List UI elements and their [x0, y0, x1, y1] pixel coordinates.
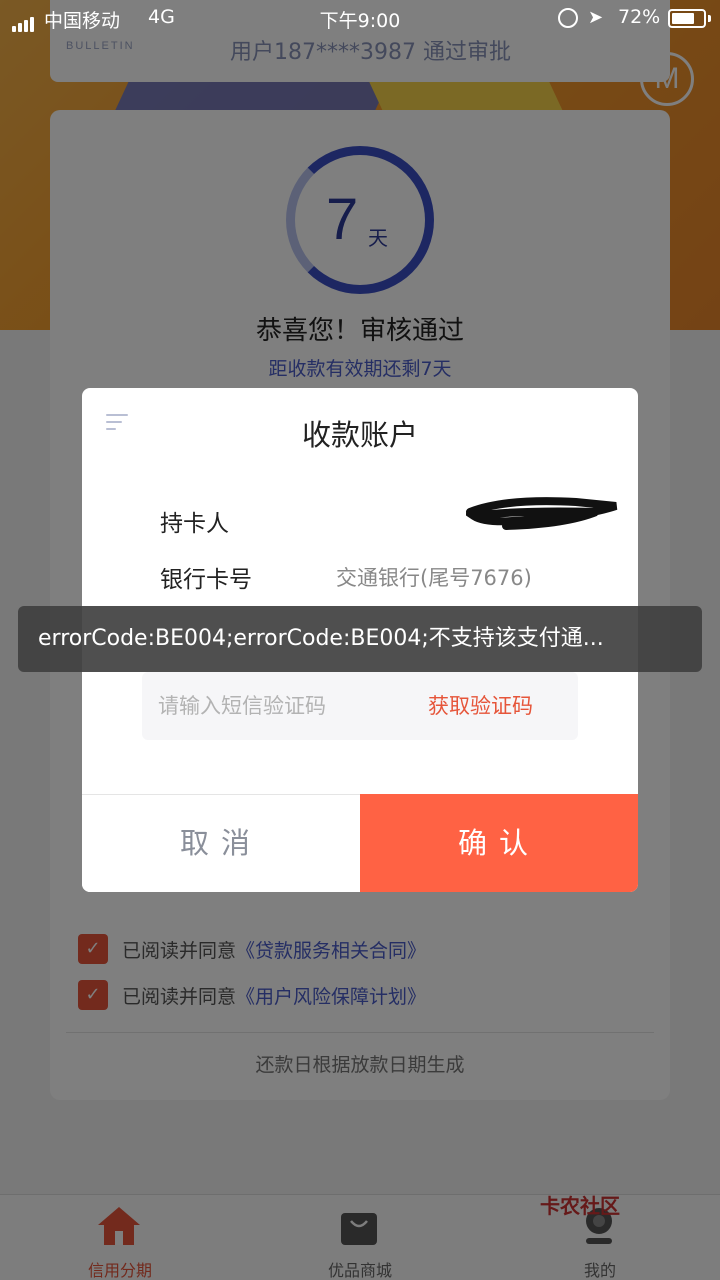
error-toast: errorCode:BE004;errorCode:BE004;不支持该支付通.…: [18, 606, 702, 672]
battery-icon: [668, 9, 706, 28]
sms-code-field: 获取验证码: [142, 672, 578, 740]
confirm-button[interactable]: 确认: [360, 794, 638, 892]
status-time: 下午9:00: [319, 10, 401, 32]
battery-percent: 72%: [618, 6, 661, 28]
status-bar: 中国移动 4G 下午9:00 ➤ 72%: [0, 0, 720, 36]
battery-level-fill: [672, 13, 694, 24]
cancel-button[interactable]: 取消: [82, 795, 360, 892]
location-arrow-icon: ➤: [588, 7, 604, 28]
sms-code-input[interactable]: [158, 672, 408, 740]
bank-card-label: 银行卡号: [160, 567, 252, 593]
rotation-lock-icon: [558, 8, 578, 28]
dialog-title: 收款账户: [301, 418, 418, 452]
get-code-button[interactable]: 获取验证码: [428, 690, 533, 720]
redacted-name-scribble: [466, 497, 618, 530]
bank-card-value[interactable]: 交通银行(尾号7676): [336, 562, 532, 592]
battery-cap: [708, 15, 711, 22]
cardholder-label: 持卡人: [160, 511, 229, 537]
